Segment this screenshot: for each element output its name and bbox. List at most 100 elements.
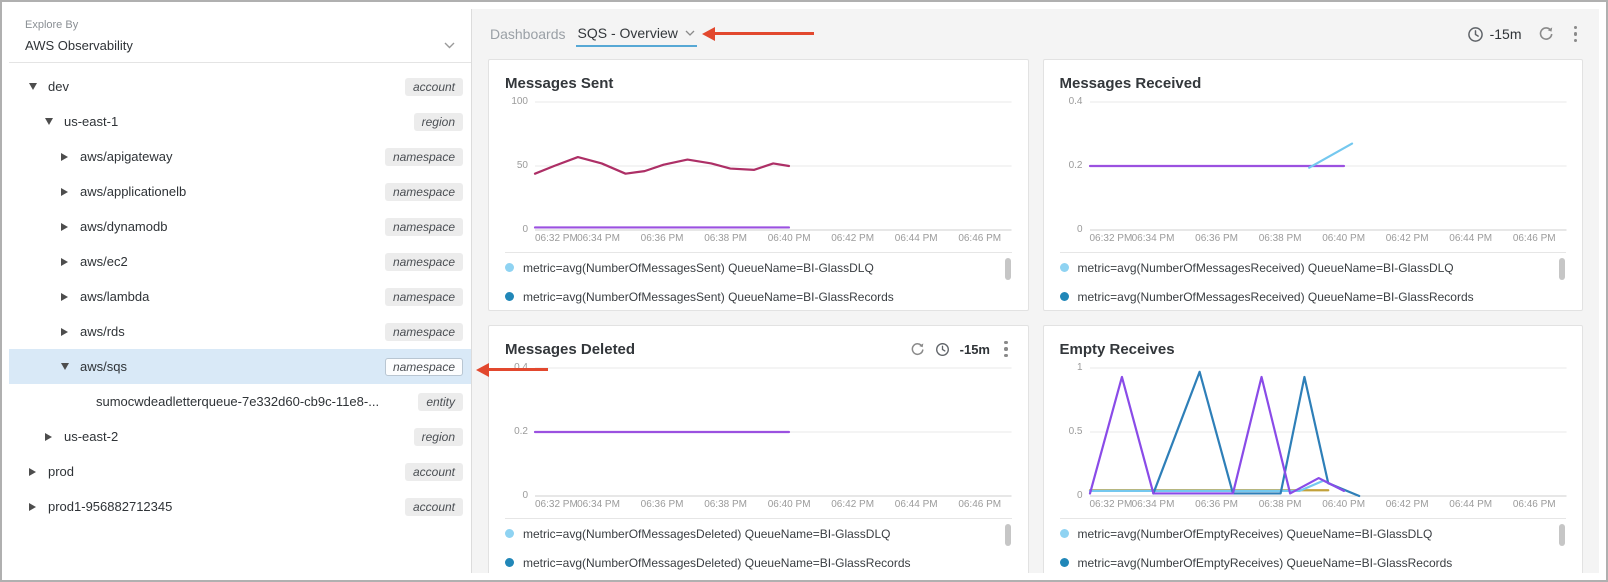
- x-tick-label: 06:32 PM: [535, 499, 578, 510]
- tree-item-aws-rds[interactable]: aws/rdsnamespace: [9, 314, 471, 349]
- line-chart: [1090, 102, 1567, 230]
- tree-item-aws-dynamodb[interactable]: aws/dynamodbnamespace: [9, 209, 471, 244]
- tree-item-aws-sqs[interactable]: aws/sqs namespace: [9, 349, 471, 384]
- legend-item[interactable]: metric=avg(NumberOfMessagesSent) QueueNa…: [505, 253, 1012, 282]
- y-axis-labels: 00.51: [1060, 368, 1090, 496]
- tree-item-prod1-956882712345[interactable]: prod1-956882712345account: [9, 489, 471, 524]
- tree-item-label: prod: [48, 464, 397, 479]
- series-dot-icon: [1060, 529, 1069, 538]
- tree-item-dev[interactable]: devaccount: [9, 69, 471, 104]
- legend-item[interactable]: metric=avg(NumberOfEmptyReceives) QueueN…: [1060, 519, 1567, 548]
- caret-right-icon[interactable]: [29, 503, 41, 511]
- caret-down-icon[interactable]: [29, 83, 41, 90]
- chart: 00.20.4 06:32 PM06:34 PM06:36 PM06:38 PM…: [1060, 102, 1567, 246]
- panel-title: Messages Received: [1060, 75, 1567, 92]
- y-tick-label: 0.5: [1069, 426, 1083, 437]
- series-dot-icon: [1060, 292, 1069, 301]
- chart-legend: metric=avg(NumberOfMessagesSent) QueueNa…: [505, 253, 1012, 310]
- caret-right-icon[interactable]: [29, 468, 41, 476]
- x-axis-labels: 06:32 PM06:34 PM06:36 PM06:38 PM06:40 PM…: [1090, 230, 1567, 246]
- explore-sidebar: Explore By AWS Observability devaccountu…: [9, 9, 472, 573]
- refresh-button[interactable]: [1538, 26, 1554, 42]
- y-tick-label: 0.4: [1069, 96, 1083, 107]
- x-axis-labels: 06:32 PM06:34 PM06:36 PM06:38 PM06:40 PM…: [1090, 496, 1567, 512]
- time-range-control[interactable]: -15m: [1467, 26, 1522, 43]
- legend-scrollbar[interactable]: [1005, 258, 1011, 280]
- caret-right-icon[interactable]: [61, 153, 73, 161]
- legend-area: metric=avg(NumberOfEmptyReceives) QueueN…: [1060, 518, 1567, 573]
- legend-item[interactable]: metric=avg(NumberOfMessagesReceived) Que…: [1060, 253, 1567, 282]
- x-tick-label: 06:40 PM: [1322, 233, 1365, 244]
- legend-item[interactable]: metric=avg(NumberOfMessagesReceived) Que…: [1060, 282, 1567, 310]
- chart: 00.51 06:32 PM06:34 PM06:36 PM06:38 PM06…: [1060, 368, 1567, 512]
- legend-scrollbar[interactable]: [1559, 524, 1565, 546]
- x-tick-label: 06:36 PM: [641, 233, 684, 244]
- legend-label: metric=avg(NumberOfMessagesReceived) Que…: [1078, 261, 1454, 275]
- tree-item-aws-lambda[interactable]: aws/lambdanamespace: [9, 279, 471, 314]
- plot-area: 06:32 PM06:34 PM06:36 PM06:38 PM06:40 PM…: [535, 102, 1012, 246]
- tree-item-us-east-2[interactable]: us-east-2region: [9, 419, 471, 454]
- chart-legend: metric=avg(NumberOfMessagesReceived) Que…: [1060, 253, 1567, 310]
- x-tick-label: 06:34 PM: [1132, 233, 1175, 244]
- type-badge: namespace: [385, 358, 463, 376]
- kebab-menu-icon[interactable]: [1000, 339, 1012, 360]
- panel-controls: -15m: [910, 339, 1012, 360]
- main-area: Dashboards SQS - Overview -15m: [472, 9, 1599, 573]
- type-badge: namespace: [385, 148, 463, 166]
- panel-header: Messages Received: [1060, 72, 1567, 94]
- type-badge: namespace: [385, 183, 463, 201]
- dashboard-selector[interactable]: SQS - Overview: [576, 22, 697, 47]
- tree-item-us-east-1[interactable]: us-east-1region: [9, 104, 471, 139]
- kebab-menu-icon[interactable]: [1570, 24, 1582, 45]
- legend-scrollbar[interactable]: [1559, 258, 1565, 280]
- x-tick-label: 06:42 PM: [1386, 233, 1429, 244]
- legend-area: metric=avg(NumberOfMessagesSent) QueueNa…: [505, 252, 1012, 310]
- tree-item-aws-apigateway[interactable]: aws/apigatewaynamespace: [9, 139, 471, 174]
- clock-icon: [1467, 26, 1484, 43]
- x-tick-label: 06:44 PM: [1449, 233, 1492, 244]
- caret-right-icon[interactable]: [61, 258, 73, 266]
- tree-item-aws-ec2[interactable]: aws/ec2namespace: [9, 244, 471, 279]
- explore-by-selector[interactable]: AWS Observability: [25, 38, 455, 53]
- tree-item-label: aws/applicationelb: [80, 184, 377, 199]
- caret-right-icon[interactable]: [61, 328, 73, 336]
- panel-empty-receives: Empty Receives 00.51 06:32 PM06:34 PM06:…: [1043, 325, 1584, 573]
- line-chart: [535, 368, 1012, 496]
- caret-right-icon[interactable]: [61, 188, 73, 196]
- clock-button[interactable]: [935, 342, 950, 357]
- legend-item[interactable]: metric=avg(NumberOfMessagesSent) QueueNa…: [505, 282, 1012, 310]
- line-chart: [535, 102, 1012, 230]
- tree-item-sumocwdeadletterqueue-7e332d60-cb9c-11e8[interactable]: sumocwdeadletterqueue-7e332d60-cb9c-11e8…: [9, 384, 471, 419]
- panel-time-range[interactable]: -15m: [960, 342, 990, 357]
- sidebar-tree: devaccountus-east-1regionaws/apigatewayn…: [9, 63, 471, 524]
- panel-header: Messages Deleted -15m: [505, 338, 1012, 360]
- app-window: Explore By AWS Observability devaccountu…: [0, 0, 1608, 582]
- caret-right-icon[interactable]: [61, 293, 73, 301]
- x-tick-label: 06:38 PM: [1259, 499, 1302, 510]
- y-tick-label: 50: [517, 160, 528, 171]
- caret-down-icon[interactable]: [45, 118, 57, 125]
- breadcrumb-dashboards[interactable]: Dashboards: [490, 26, 566, 42]
- type-badge: entity: [418, 393, 463, 411]
- dashboard-grid: Messages Sent 050100 06:32 PM06:34 PM06:…: [472, 59, 1599, 573]
- tree-item-prod[interactable]: prodaccount: [9, 454, 471, 489]
- legend-label: metric=avg(NumberOfMessagesSent) QueueNa…: [523, 290, 894, 304]
- legend-item[interactable]: metric=avg(NumberOfEmptyReceives) QueueN…: [1060, 548, 1567, 573]
- caret-down-icon[interactable]: [61, 363, 73, 370]
- panel-messages-sent: Messages Sent 050100 06:32 PM06:34 PM06:…: [488, 59, 1029, 311]
- panel-header: Empty Receives: [1060, 338, 1567, 360]
- x-tick-label: 06:34 PM: [577, 499, 620, 510]
- legend-scrollbar[interactable]: [1005, 524, 1011, 546]
- legend-item[interactable]: metric=avg(NumberOfMessagesDeleted) Queu…: [505, 519, 1012, 548]
- tree-item-label: aws/sqs: [80, 359, 377, 374]
- dashboard-header: Dashboards SQS - Overview -15m: [472, 9, 1599, 59]
- caret-right-icon[interactable]: [61, 223, 73, 231]
- legend-area: metric=avg(NumberOfMessagesReceived) Que…: [1060, 252, 1567, 310]
- legend-label: metric=avg(NumberOfEmptyReceives) QueueN…: [1078, 556, 1453, 570]
- tree-item-aws-applicationelb[interactable]: aws/applicationelb namespace: [9, 174, 471, 209]
- legend-item[interactable]: metric=avg(NumberOfMessagesDeleted) Queu…: [505, 548, 1012, 573]
- panel-header: Messages Sent: [505, 72, 1012, 94]
- refresh-button[interactable]: [910, 342, 925, 357]
- caret-right-icon[interactable]: [45, 433, 57, 441]
- type-badge: namespace: [385, 218, 463, 236]
